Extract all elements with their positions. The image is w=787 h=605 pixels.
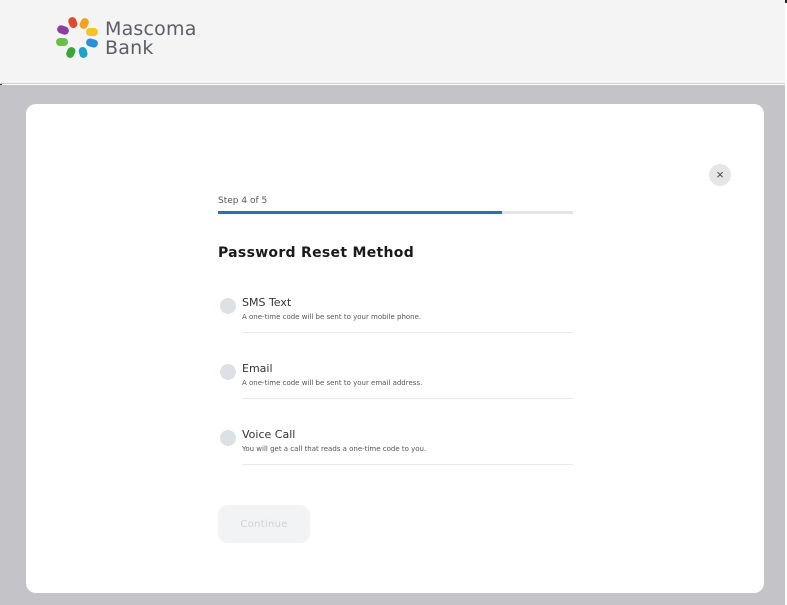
option-voice-call[interactable]: Voice Call You will get a call that read… [218, 428, 573, 468]
option-label: SMS Text [242, 296, 292, 309]
option-label: Voice Call [242, 428, 296, 441]
option-description: A one-time code will be sent to your mob… [242, 313, 422, 321]
top-header: Mascoma Bank [0, 0, 785, 84]
option-email[interactable]: Email A one-time code will be sent to yo… [218, 362, 573, 402]
progress-bar-fill [218, 211, 502, 214]
flower-logo-icon [56, 17, 98, 58]
logo-line-2: Bank [105, 37, 154, 59]
close-icon[interactable]: × [709, 164, 731, 186]
divider [242, 398, 573, 399]
logo-text: Mascoma Bank [105, 20, 197, 58]
radio-email[interactable] [220, 364, 236, 380]
option-sms-text[interactable]: SMS Text A one-time code will be sent to… [218, 296, 573, 336]
option-description: A one-time code will be sent to your ema… [242, 379, 423, 387]
divider [242, 332, 573, 333]
continue-button[interactable]: Continue [218, 505, 310, 543]
radio-sms-text[interactable] [220, 298, 236, 314]
step-indicator: Step 4 of 5 [218, 196, 268, 206]
option-description: You will get a call that reads a one-tim… [242, 445, 427, 453]
progress-bar [218, 211, 573, 214]
option-label: Email [242, 362, 273, 375]
divider [242, 464, 573, 465]
page-title: Password Reset Method [218, 245, 415, 261]
password-reset-dialog: × Step 4 of 5 Password Reset Method SMS … [26, 104, 764, 593]
bank-logo[interactable]: Mascoma Bank [53, 16, 197, 62]
radio-voice-call[interactable] [220, 430, 236, 446]
